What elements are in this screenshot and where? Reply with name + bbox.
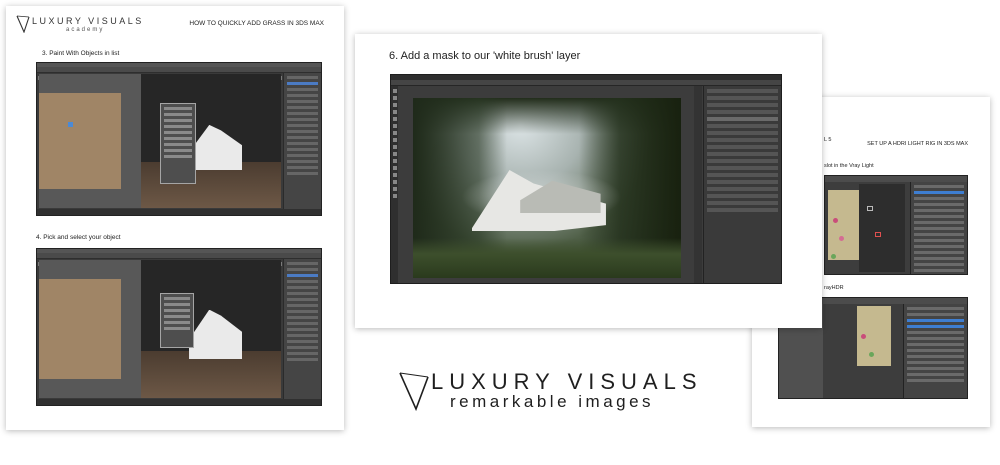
ps-layers-panel (703, 86, 781, 283)
max-statusbar-2 (37, 399, 321, 405)
grass-foreground (413, 238, 681, 278)
max-command-panel-2 (283, 259, 321, 405)
viewport-ground-plane (39, 92, 122, 190)
viewport-object-marker (68, 122, 74, 128)
max-viewport (39, 74, 281, 208)
max-statusbar (37, 209, 321, 215)
right-page-step-line-2: rayHDR (824, 285, 844, 291)
max-toolbar (37, 67, 321, 80)
hdri-settings-panel-2 (903, 304, 967, 398)
paint-objects-dialog (160, 103, 197, 184)
logo-mark-icon (399, 372, 429, 411)
right-page-header-left: L 5 (824, 137, 832, 143)
step-4-label: 4. Pick and select your object (36, 234, 121, 241)
max-screenshot-2 (36, 248, 322, 406)
flower-spot (833, 218, 838, 223)
hdri-settings-panel (910, 182, 967, 274)
tutorial-page-grass: LUXURY VISUALS academy HOW TO QUICKLY AD… (6, 6, 344, 430)
flower-spot (861, 334, 866, 339)
right-page-step-line-1: slot in the Vray Light (824, 163, 874, 169)
hdri-screenshot-1 (824, 175, 968, 275)
max-viewport-2 (39, 260, 281, 398)
foliage-spot (831, 254, 836, 259)
step-3-label: 3. Paint With Objects in list (42, 50, 120, 57)
photoshop-screenshot (390, 74, 782, 284)
slate-node-area (859, 184, 905, 272)
left-page-title: HOW TO QUICKLY ADD GRASS IN 3DS MAX (189, 20, 324, 27)
foliage-spot (869, 352, 874, 357)
max-command-panel (283, 73, 321, 215)
hdri-map-preview (828, 189, 860, 261)
small-logo-sub: academy (66, 27, 105, 33)
render-canvas (413, 98, 681, 278)
flower-spot (839, 236, 844, 241)
logo-mark-icon (16, 15, 30, 33)
max-screenshot-1 (36, 62, 322, 216)
ps-toolbox (391, 86, 398, 283)
viewport-ground-plane-2 (39, 279, 122, 379)
max-toolbar-2 (37, 253, 321, 266)
small-logo-brand: LUXURY VISUALS (32, 16, 144, 26)
tutorial-page-photoshop: 6. Add a mask to our 'white brush' layer (355, 34, 822, 328)
main-logo-tagline: remarkable images (450, 392, 655, 411)
pick-object-dialog (160, 293, 194, 349)
ps-panel-icons (694, 86, 702, 283)
small-logo: LUXURY VISUALS academy (16, 14, 141, 36)
main-logo: LUXURY VISUALS remarkable images (398, 365, 698, 425)
center-page-title: 6. Add a mask to our 'white brush' layer (389, 50, 581, 62)
right-page-title: SET UP A HDRI LIGHT RIG IN 3DS MAX (867, 141, 968, 147)
